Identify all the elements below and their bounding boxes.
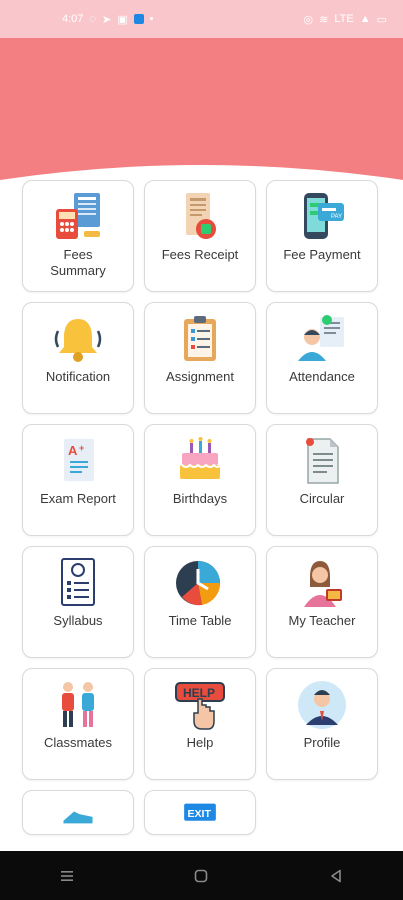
tile-label: Circular [299,491,345,506]
back-icon [331,869,341,882]
help-hand-icon: HELP [175,682,225,730]
status-bar: 4:07 ◌ ➤ ▣ • ◎ ≋ LTE ▲ ▭ [0,0,403,38]
headphones-icon: ◎ [303,13,314,26]
network-label: LTE [334,13,354,25]
tile-label: Fees Receipt [161,247,239,262]
tile-my-teacher[interactable]: My Teacher [266,546,378,658]
screenshot-icon: ▣ [117,13,128,26]
app-notification-icon [133,14,144,24]
recents-icon [61,870,74,881]
svg-text:A: A [68,443,78,458]
tile-partial-2[interactable]: EXIT [144,790,256,835]
recents-button[interactable] [47,856,87,896]
tile-notification[interactable]: Notification [22,302,134,414]
tile-profile[interactable]: Profile [266,668,378,780]
phone-payment-icon: PAY [304,193,344,239]
receipt-icon [186,193,216,239]
svg-text:HELP: HELP [183,686,215,700]
battery-icon: ▭ [376,13,387,26]
tile-label: Fee Payment [283,247,361,262]
tile-classmates[interactable]: Classmates [22,668,134,780]
cursor-icon: ➤ [101,13,112,26]
tile-label: Syllabus [53,613,103,628]
tile-syllabus[interactable]: Syllabus [22,546,134,658]
teacher-icon [304,561,342,607]
profile-avatar-icon [298,681,346,729]
home-button[interactable] [181,856,221,896]
wifi-icon: ≋ [319,13,329,26]
back-button[interactable] [316,856,356,896]
tile-fee-payment[interactable]: PAY Fee Payment [266,180,378,292]
menu-grid: Fees Summary Fees Receipt PAY Fee Paymen… [22,180,382,835]
tile-partial-1[interactable] [22,790,134,835]
shoe-icon [63,811,93,824]
tile-label: Time Table [168,613,232,628]
classmates-icon [62,682,94,727]
tile-label: Exam Report [40,491,116,506]
tile-attendance[interactable]: Attendance [266,302,378,414]
tile-fees-summary[interactable]: Fees Summary [22,180,134,292]
status-time: 4:07 [62,13,84,25]
tile-fees-receipt[interactable]: Fees Receipt [144,180,256,292]
tile-birthdays[interactable]: Birthdays [144,424,256,536]
bell-icon [54,319,102,362]
tile-label: Attendance [289,369,355,384]
tile-label: Classmates [44,735,112,750]
tile-label: Help [186,735,214,750]
tile-label: Assignment [166,369,234,384]
tile-label: My Teacher [288,613,356,628]
calculator-invoice-icon [56,193,100,239]
system-nav-bar [0,851,403,900]
signal-icon: ▲ [359,13,371,25]
timetable-clock-icon [176,561,221,606]
attendance-icon [298,315,344,361]
svg-text:PAY: PAY [331,214,342,220]
tile-assignment[interactable]: Assignment [144,302,256,414]
exit-sign-text: EXIT [187,808,211,820]
tile-exam-report[interactable]: A + Exam Report [22,424,134,536]
tile-label: Notification [45,369,111,384]
tile-help[interactable]: HELP Help [144,668,256,780]
syllabus-icon [61,558,95,606]
svg-text:+: + [79,443,84,453]
circular-document-icon [306,438,339,484]
tile-time-table[interactable]: Time Table [144,546,256,658]
exam-report-icon: A + [64,439,94,481]
cake-icon [180,437,221,479]
tile-label: Birthdays [172,491,228,506]
tile-label: Profile [303,735,341,750]
exit-sign-icon: EXIT [184,803,216,821]
clipboard-icon [184,316,216,361]
tile-circular[interactable]: Circular [266,424,378,536]
dot-icon: • [149,13,154,25]
whatsapp-icon: ◌ [89,13,96,25]
tile-label: Fees Summary [50,247,106,278]
home-icon [195,869,208,882]
